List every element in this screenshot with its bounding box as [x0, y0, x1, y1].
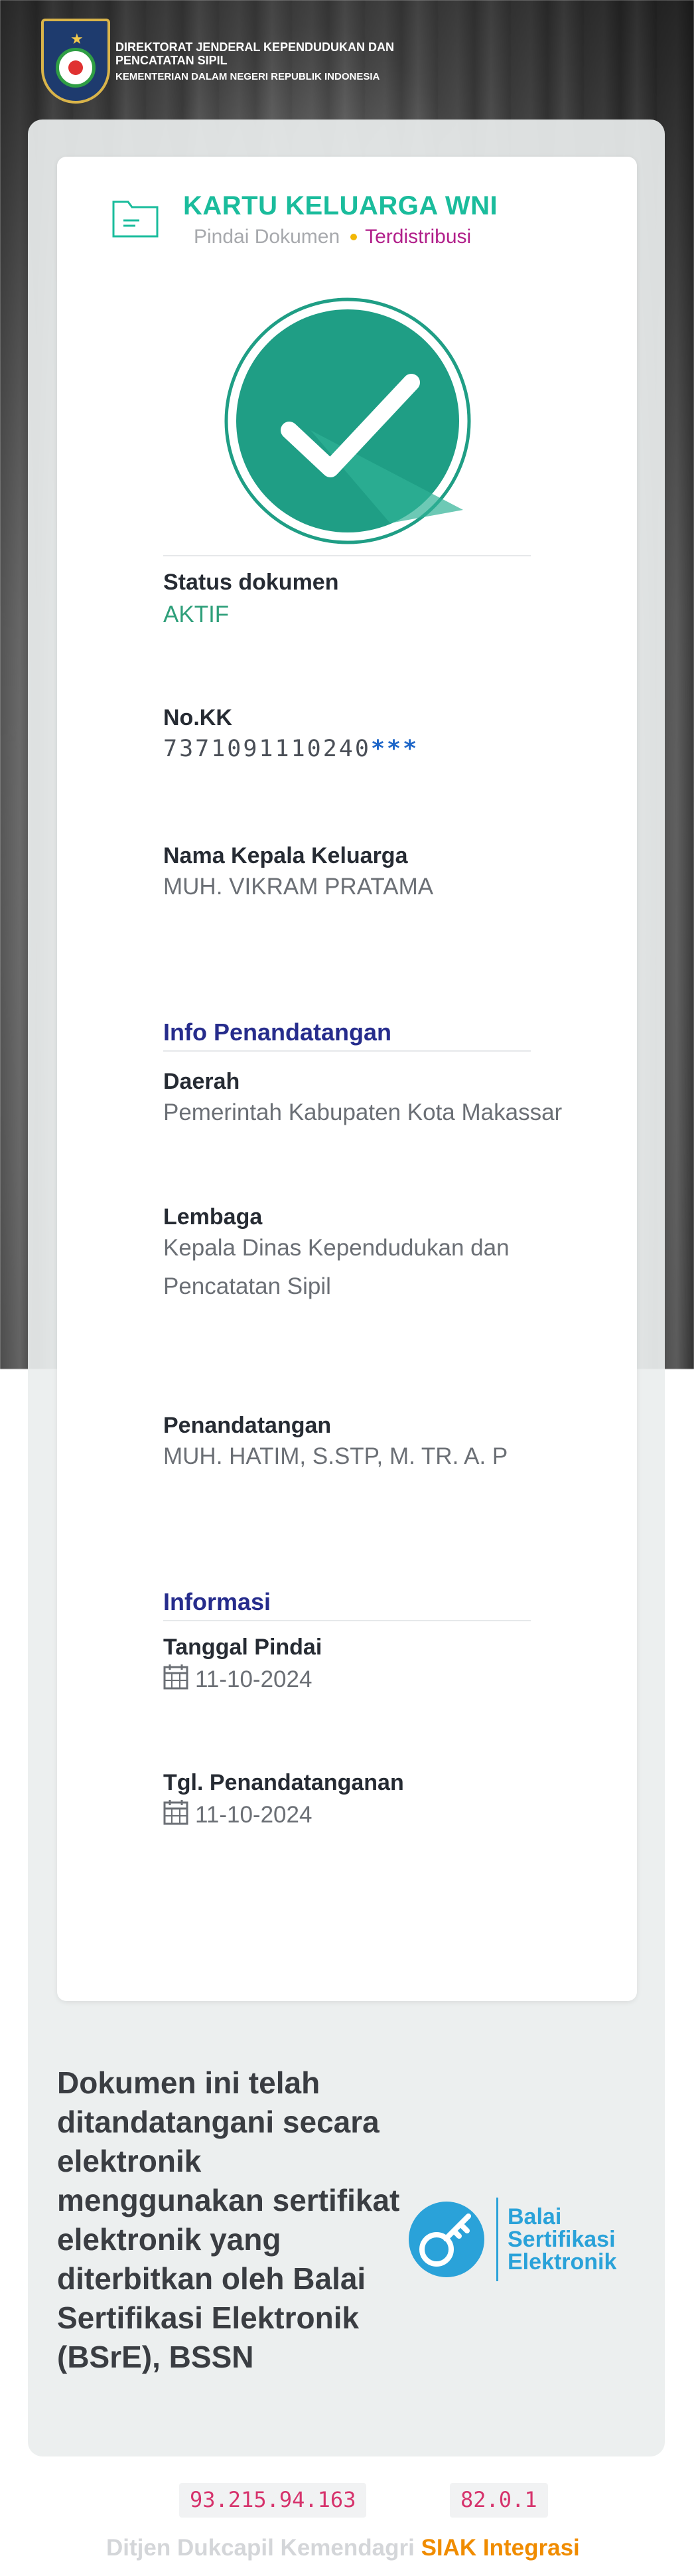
divider: [163, 1620, 531, 1621]
status-value: AKTIF: [163, 602, 230, 627]
daerah-value: Pemerintah Kabupaten Kota Makassar: [163, 1099, 563, 1125]
document-progress: Pindai Dokumen Terdistribusi: [194, 226, 471, 248]
header-org-line2: KEMENTERIAN DALAM NEGERI REPUBLIK INDONE…: [115, 70, 380, 82]
check-circle-icon: [224, 297, 471, 544]
kepala-value: MUH. VIKRAM PRATAMA: [163, 874, 434, 900]
bsre-line2: Sertifikasi: [508, 2227, 616, 2252]
calendar-icon: [163, 1800, 188, 1825]
lembaga-label: Lembaga: [163, 1204, 263, 1230]
no-kk-number: 7371091110240: [163, 736, 371, 762]
document-title: KARTU KELUARGA WNI: [183, 191, 498, 220]
bsre-key-icon: [409, 2202, 484, 2277]
tgl-ttd-row: 11-10-2024: [163, 1797, 312, 1834]
bsre-name: Balai Sertifikasi Elektronik: [508, 2206, 616, 2273]
lembaga-value-line2: Pencatatan Sipil: [163, 1273, 331, 1299]
document-folder-icon: [112, 201, 159, 238]
ip-address-chip: 93.215.94.163: [179, 2483, 367, 2518]
calendar-icon: [163, 1664, 188, 1690]
tgl-ttd-label: Tgl. Penandatanganan: [163, 1770, 404, 1795]
step-scan: Pindai Dokumen: [194, 226, 340, 248]
no-kk-mask: ***: [370, 736, 419, 762]
info-section-title: Informasi: [163, 1588, 271, 1615]
no-kk-value: 7371091110240***: [163, 730, 419, 767]
footer: Ditjen Dukcapil Kemendagri SIAK Integras…: [106, 2535, 580, 2561]
lembaga-value-line1: Kepala Dinas Kependudukan dan: [163, 1235, 510, 1261]
step-distributed: Terdistribusi: [365, 226, 472, 248]
tanggal-pindai-value: 11-10-2024: [195, 1666, 312, 1692]
tanggal-pindai-label: Tanggal Pindai: [163, 1635, 322, 1660]
divider: [163, 1050, 531, 1052]
daerah-label: Daerah: [163, 1069, 240, 1094]
status-label: Status dokumen: [163, 570, 339, 595]
penandatangan-label: Penandatangan: [163, 1413, 332, 1438]
footer-credit: Ditjen Dukcapil Kemendagri: [106, 2535, 415, 2561]
bsre-logo: Balai Sertifikasi Elektronik: [407, 2198, 616, 2281]
header-org-line1: DIREKTORAT JENDERAL KEPENDUDUKAN DAN PEN…: [115, 40, 395, 67]
no-kk-label: No.KK: [163, 705, 232, 730]
bsre-line3: Elektronik: [508, 2249, 617, 2275]
header-org: DIREKTORAT JENDERAL KEPENDUDUKAN DAN PEN…: [115, 40, 434, 82]
tgl-ttd-value: 11-10-2024: [195, 1802, 312, 1828]
site-header: ★ DIREKTORAT JENDERAL KEPENDUDUKAN DAN P…: [41, 19, 434, 104]
version-chip: 82.0.1: [450, 2483, 548, 2518]
document-card: KARTU KELUARGA WNI Pindai Dokumen Terdist…: [57, 157, 637, 2001]
step-separator-dot: [350, 234, 358, 240]
footer-brand-link[interactable]: SIAK Integrasi: [421, 2535, 580, 2561]
bsre-line1: Balai: [508, 2204, 562, 2229]
penandatangan-value: MUH. HATIM, S.STP, M. TR. A. P: [163, 1443, 508, 1469]
signing-section-title: Info Penandatangan: [163, 1018, 392, 1046]
divider: [163, 555, 531, 556]
tanggal-pindai-row: 11-10-2024: [163, 1661, 312, 1698]
kepala-label: Nama Kepala Keluarga: [163, 843, 408, 868]
signed-notice: Dokumen ini telah ditandatangani secara …: [57, 2065, 400, 2374]
kemendagri-logo-icon: ★: [41, 19, 110, 104]
bsre-divider: [496, 2198, 498, 2281]
